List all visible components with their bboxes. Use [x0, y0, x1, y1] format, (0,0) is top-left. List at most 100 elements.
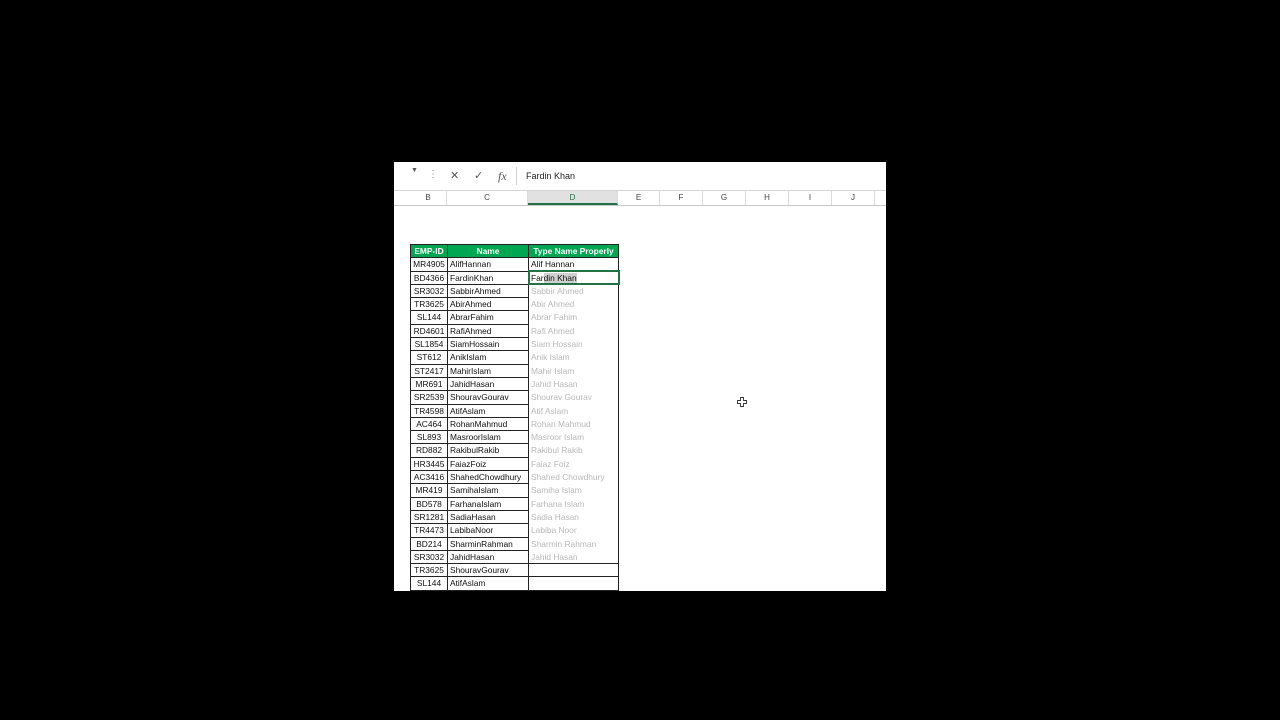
emp-id-cell[interactable]: TR4473 — [410, 523, 448, 538]
name-cell[interactable]: RohanMahmud — [447, 416, 529, 432]
emp-id-cell[interactable]: AC3416 — [410, 470, 448, 485]
check-icon[interactable]: ✓ — [474, 167, 483, 185]
table-row: SL1854 SiamHossain Siam Hossain — [410, 337, 619, 352]
formula-input[interactable]: Fardin Khan — [526, 167, 575, 185]
name-cell[interactable]: AbrarFahim — [447, 310, 529, 325]
header-type-name[interactable]: Type Name Properly — [528, 243, 619, 259]
name-cell[interactable]: FaiazFoiz — [447, 456, 529, 472]
emp-id-cell[interactable]: ST2417 — [410, 363, 448, 378]
emp-id-cell[interactable]: AC464 — [410, 416, 448, 432]
emp-id-cell[interactable]: SR2539 — [410, 390, 448, 405]
name-cell[interactable]: AlifHannan — [447, 257, 529, 272]
column-header-f[interactable]: F — [660, 191, 703, 205]
emp-id-cell[interactable]: BD214 — [410, 536, 448, 551]
column-header-e[interactable]: E — [618, 191, 660, 205]
name-cell[interactable]: JahidHasan — [447, 549, 529, 565]
table-row: TR4473 LabibaNoor Labiba Noor — [410, 523, 619, 538]
flash-fill-suggestion[interactable]: Siam Hossain — [528, 337, 619, 351]
flash-fill-suggestion[interactable]: Anik Islam — [528, 350, 619, 365]
name-cell[interactable]: ShouravGourav — [447, 390, 529, 405]
typed-name-cell[interactable]: Alif Hannan — [528, 257, 619, 272]
name-cell[interactable]: FarhanaIslam — [447, 496, 529, 511]
empty-cell[interactable] — [528, 576, 619, 591]
employee-table: EMP-ID Name Type Name Properly MR4905 Ali… — [410, 243, 620, 591]
column-header-j[interactable]: J — [832, 191, 875, 205]
flash-fill-suggestion[interactable]: Rafi Ahmed — [528, 324, 619, 338]
flash-fill-suggestion[interactable]: Abir Ahmed — [528, 297, 619, 311]
flash-fill-suggestion[interactable]: Mahir Islam — [528, 364, 619, 378]
name-cell[interactable]: AtifAslam — [447, 576, 529, 591]
flash-fill-suggestion[interactable]: Rakibul Rakib — [528, 443, 619, 458]
name-cell[interactable]: JahidHasan — [447, 376, 529, 392]
flash-fill-suggestion[interactable]: Jahid Hasan — [528, 377, 619, 391]
emp-id-cell[interactable]: SL144 — [410, 576, 448, 591]
chevron-down-icon[interactable]: ▼ — [411, 167, 418, 174]
emp-id-cell[interactable]: RD4601 — [410, 323, 448, 339]
flash-fill-suggestion[interactable]: Rohan Mahmud — [528, 417, 619, 431]
emp-id-cell[interactable]: TR3625 — [410, 297, 448, 312]
flash-fill-suggestion[interactable]: Samiha Islam — [528, 483, 619, 498]
flash-fill-suggestion[interactable]: Faiaz Foiz — [528, 457, 619, 471]
emp-id-cell[interactable]: SL144 — [410, 310, 448, 325]
emp-id-cell[interactable]: SL893 — [410, 430, 448, 445]
name-cell[interactable]: SadiaHasan — [447, 509, 529, 525]
active-cell[interactable]: Fardin Khan — [527, 270, 620, 286]
emp-id-cell[interactable]: SL1854 — [410, 337, 448, 352]
emp-id-cell[interactable]: SR1281 — [410, 509, 448, 525]
name-cell[interactable]: MasroorIslam — [447, 430, 529, 445]
flash-fill-suggestion[interactable]: Jahid Hasan — [528, 550, 619, 564]
emp-id-cell[interactable]: BD4366 — [410, 270, 448, 285]
flash-fill-suggestion[interactable]: Sabbir Ahmed — [528, 284, 619, 298]
header-emp-id[interactable]: EMP-ID — [410, 243, 448, 259]
table-row: SR3032 JahidHasan Jahid Hasan — [410, 549, 619, 565]
flash-fill-suggestion[interactable]: Sadia Hasan — [528, 510, 619, 524]
column-header-h[interactable]: H — [746, 191, 789, 205]
flash-fill-suggestion[interactable]: Sharmin Rahman — [528, 537, 619, 551]
name-cell[interactable]: AnikIslam — [447, 350, 529, 365]
name-cell[interactable]: RafiAhmed — [447, 323, 529, 339]
name-cell[interactable]: MahirIslam — [447, 363, 529, 378]
emp-id-cell[interactable]: SR3032 — [410, 549, 448, 565]
table-row: SR1281 SadiaHasan Sadia Hasan — [410, 509, 619, 525]
emp-id-cell[interactable]: ST612 — [410, 350, 448, 365]
flash-fill-suggestion[interactable]: Farhana Islam — [528, 497, 619, 511]
more-vertical-icon: ⋮ — [428, 169, 438, 180]
name-cell[interactable]: LabibaNoor — [447, 523, 529, 538]
emp-id-cell[interactable]: TR4598 — [410, 403, 448, 418]
flash-fill-suggestion[interactable]: Shahed Chowdhury — [528, 470, 619, 484]
name-cell[interactable]: SabbirAhmed — [447, 283, 529, 299]
insert-function-button[interactable]: fx — [498, 167, 507, 185]
name-cell[interactable]: AtifAslam — [447, 403, 529, 418]
autocomplete-highlight: din Khan — [543, 272, 577, 283]
emp-id-cell[interactable]: TR3625 — [410, 563, 448, 578]
name-cell[interactable]: ShahedChowdhury — [447, 470, 529, 485]
emp-id-cell[interactable]: MR691 — [410, 376, 448, 392]
emp-id-cell[interactable]: HR3445 — [410, 456, 448, 472]
flash-fill-suggestion[interactable]: Masroor Islam — [528, 430, 619, 444]
column-header-g[interactable]: G — [703, 191, 746, 205]
column-header-b[interactable]: B — [410, 191, 447, 205]
emp-id-cell[interactable]: RD882 — [410, 443, 448, 458]
name-cell[interactable]: ShouravGourav — [447, 563, 529, 578]
emp-id-cell[interactable]: SR3032 — [410, 283, 448, 299]
flash-fill-suggestion[interactable]: Atif Aslam — [528, 404, 619, 418]
name-cell[interactable]: AbirAhmed — [447, 297, 529, 312]
column-header-c[interactable]: C — [447, 191, 528, 205]
emp-id-cell[interactable]: BD578 — [410, 496, 448, 511]
name-cell[interactable]: SamihaIslam — [447, 483, 529, 498]
name-cell[interactable]: SharminRahman — [447, 536, 529, 551]
column-header-i[interactable]: I — [789, 191, 832, 205]
flash-fill-suggestion[interactable]: Labiba Noor — [528, 523, 619, 538]
x-icon[interactable]: ✕ — [450, 167, 459, 185]
emp-id-cell[interactable]: MR419 — [410, 483, 448, 498]
name-cell[interactable]: FardinKhan — [447, 270, 529, 285]
header-name[interactable]: Name — [447, 243, 529, 259]
column-header-d[interactable]: D — [528, 191, 618, 205]
name-cell[interactable]: RakibulRakib — [447, 443, 529, 458]
empty-cell[interactable] — [528, 563, 619, 578]
name-cell[interactable]: SiamHossain — [447, 337, 529, 352]
worksheet-grid[interactable]: EMP-ID Name Type Name Properly MR4905 Ali… — [394, 206, 886, 591]
flash-fill-suggestion[interactable]: Shourav Gourav — [528, 390, 619, 405]
emp-id-cell[interactable]: MR4905 — [410, 257, 448, 272]
flash-fill-suggestion[interactable]: Abrar Fahim — [528, 310, 619, 325]
